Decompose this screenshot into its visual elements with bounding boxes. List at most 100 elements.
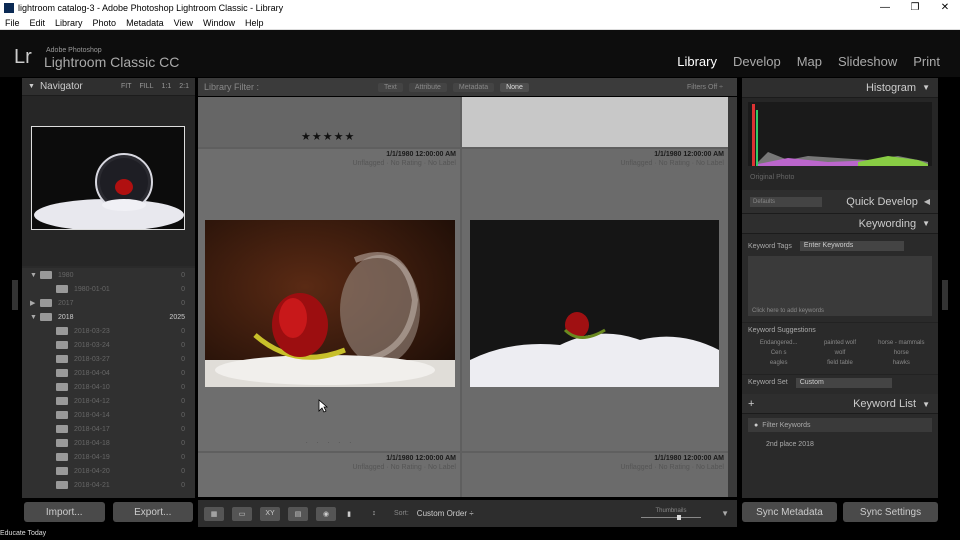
- folder-name: 1980-01-01: [74, 285, 110, 293]
- grid-cell[interactable]: ★★★★★: [198, 97, 460, 147]
- saved-preset-dropdown[interactable]: Defaults: [750, 196, 822, 207]
- compare-view-icon[interactable]: XY: [260, 506, 280, 521]
- toolbar-menu-chevron-icon[interactable]: ▼: [721, 509, 729, 518]
- disclosure-triangle-icon[interactable]: ▼: [30, 314, 40, 321]
- quick-develop-header[interactable]: Defaults Quick Develop ◀: [742, 190, 938, 214]
- histogram-header[interactable]: Histogram ▼: [742, 78, 938, 98]
- keyword-list-item[interactable]: 2nd place 2018: [766, 441, 814, 448]
- folder-row[interactable]: ▶ 2017 0: [22, 296, 195, 310]
- navigator-thumbnail[interactable]: [31, 126, 185, 230]
- zoom-fit[interactable]: FIT: [121, 83, 132, 90]
- grid-view-icon[interactable]: ▦: [204, 506, 224, 521]
- sync-settings-button[interactable]: Sync Settings: [843, 502, 938, 522]
- keywording-header[interactable]: Keywording ▼: [742, 214, 938, 234]
- keyword-suggestion[interactable]: Endangered...: [748, 340, 809, 346]
- rating-stars[interactable]: ★★★★★: [301, 130, 355, 143]
- keyword-entry-area[interactable]: Click here to add keywords: [748, 256, 932, 316]
- module-slideshow[interactable]: Slideshow: [838, 54, 897, 69]
- keyword-suggestion[interactable]: painted wolf: [809, 340, 870, 346]
- folder-row[interactable]: 2018-04-12 0: [22, 394, 195, 408]
- export-button[interactable]: Export...: [112, 502, 193, 522]
- zoom-2-1[interactable]: 2:1: [179, 83, 189, 90]
- zoom-1-1[interactable]: 1:1: [162, 83, 172, 90]
- menu-bar: File Edit Library Photo Metadata View Wi…: [0, 16, 960, 30]
- add-keyword-icon[interactable]: +: [748, 398, 754, 410]
- menu-file[interactable]: File: [0, 18, 25, 28]
- menu-photo[interactable]: Photo: [88, 18, 122, 28]
- close-button[interactable]: ✕: [930, 0, 960, 16]
- keyword-suggestion[interactable]: eagles: [748, 360, 809, 366]
- folder-row[interactable]: 2018-04-18 0: [22, 436, 195, 450]
- keyword-suggestion[interactable]: field table: [809, 360, 870, 366]
- right-panel-toggle[interactable]: [942, 280, 948, 310]
- keyword-suggestion[interactable]: wolf: [809, 350, 870, 356]
- folder-row[interactable]: 2018-04-20 0: [22, 464, 195, 478]
- menu-window[interactable]: Window: [198, 18, 240, 28]
- grid-cell-rose-snow[interactable]: 1/1/1980 12:00:00 AM Unflagged · No Rati…: [462, 149, 728, 451]
- module-develop[interactable]: Develop: [733, 54, 781, 69]
- folder-row[interactable]: 2018-03-24 0: [22, 338, 195, 352]
- original-photo-checkbox[interactable]: Original Photo: [750, 174, 794, 181]
- adobe-photoshop-label: Adobe Photoshop: [46, 47, 102, 54]
- grid-cell[interactable]: 1/1/1980 12:00:00 AM Unflagged · No Rati…: [462, 453, 728, 497]
- keyword-suggestion[interactable]: horse - mammals: [871, 340, 932, 346]
- filter-keywords-input[interactable]: Filter Keywords: [762, 422, 810, 429]
- folder-row[interactable]: 2018-04-17 0: [22, 422, 195, 436]
- filter-attribute[interactable]: Attribute: [408, 82, 447, 92]
- minimize-button[interactable]: —: [870, 0, 900, 16]
- painter-icon[interactable]: ▮: [344, 507, 354, 521]
- folder-row[interactable]: 2018-04-04 0: [22, 366, 195, 380]
- folder-row[interactable]: ▼ 1980 0: [22, 268, 195, 282]
- keyword-suggestion[interactable]: hawks: [871, 360, 932, 366]
- folder-row[interactable]: 2018-03-23 0: [22, 324, 195, 338]
- folder-row[interactable]: 2018-04-14 0: [22, 408, 195, 422]
- grid-scrollbar[interactable]: [728, 97, 737, 497]
- folder-row[interactable]: 2018-04-19 0: [22, 450, 195, 464]
- menu-view[interactable]: View: [169, 18, 198, 28]
- menu-edit[interactable]: Edit: [25, 18, 51, 28]
- filter-metadata[interactable]: Metadata: [452, 82, 495, 92]
- sync-metadata-button[interactable]: Sync Metadata: [742, 502, 837, 522]
- keyword-suggestion[interactable]: horse: [871, 350, 932, 356]
- folder-icon: [56, 369, 68, 377]
- menu-metadata[interactable]: Metadata: [121, 18, 169, 28]
- folder-count: 0: [181, 299, 185, 307]
- menu-help[interactable]: Help: [240, 18, 269, 28]
- filter-text[interactable]: Text: [378, 82, 403, 92]
- folder-row[interactable]: 2018-04-21 0: [22, 478, 195, 492]
- menu-library[interactable]: Library: [50, 18, 88, 28]
- grid-cell[interactable]: 1/1/1980 12:00:00 AM Unflagged · No Rati…: [198, 453, 460, 497]
- maximize-button[interactable]: ❐: [900, 0, 930, 16]
- grid-cell-rose-glass[interactable]: 1/1/1980 12:00:00 AM Unflagged · No Rati…: [198, 149, 460, 451]
- folder-count: 0: [181, 327, 185, 335]
- sort-direction-icon[interactable]: ↕: [362, 507, 386, 521]
- keyword-list-header[interactable]: + Keyword List ▼: [742, 394, 938, 414]
- left-panel-toggle[interactable]: [12, 280, 18, 310]
- folder-row[interactable]: ▼ 2018 2025: [22, 310, 195, 324]
- people-view-icon[interactable]: ◉: [316, 506, 336, 521]
- folder-row[interactable]: 2018-03-27 0: [22, 352, 195, 366]
- folder-name: 2018: [58, 313, 74, 321]
- disclosure-triangle-icon[interactable]: ▼: [30, 272, 40, 279]
- keyword-set-dropdown[interactable]: Custom: [795, 377, 892, 388]
- grid-cell[interactable]: [462, 97, 728, 147]
- module-map[interactable]: Map: [797, 54, 822, 69]
- filter-none[interactable]: None: [500, 82, 529, 92]
- sort-dropdown[interactable]: Custom Order ÷: [417, 509, 474, 518]
- flag-status: Unflagged · No Rating · No Label: [352, 464, 456, 471]
- import-button[interactable]: Import...: [24, 502, 105, 522]
- module-library[interactable]: Library: [677, 54, 717, 69]
- folder-row[interactable]: 1980-01-01 0: [22, 282, 195, 296]
- filters-off-dropdown[interactable]: Filters Off ÷: [687, 84, 723, 91]
- survey-view-icon[interactable]: ▤: [288, 506, 308, 521]
- keyword-suggestion[interactable]: Cen s: [748, 350, 809, 356]
- folder-name: 1980: [58, 271, 74, 279]
- keyword-tags-dropdown[interactable]: Enter Keywords: [799, 241, 904, 251]
- module-print[interactable]: Print: [913, 54, 940, 69]
- disclosure-triangle-icon[interactable]: ▶: [30, 299, 40, 307]
- navigator-header[interactable]: ▼ Navigator FIT FILL 1:1 2:1: [22, 78, 195, 96]
- zoom-fill[interactable]: FILL: [140, 83, 154, 90]
- loupe-view-icon[interactable]: ▭: [232, 506, 252, 521]
- thumbnail-size-slider[interactable]: Thumbnails: [641, 508, 701, 520]
- folder-row[interactable]: 2018-04-10 0: [22, 380, 195, 394]
